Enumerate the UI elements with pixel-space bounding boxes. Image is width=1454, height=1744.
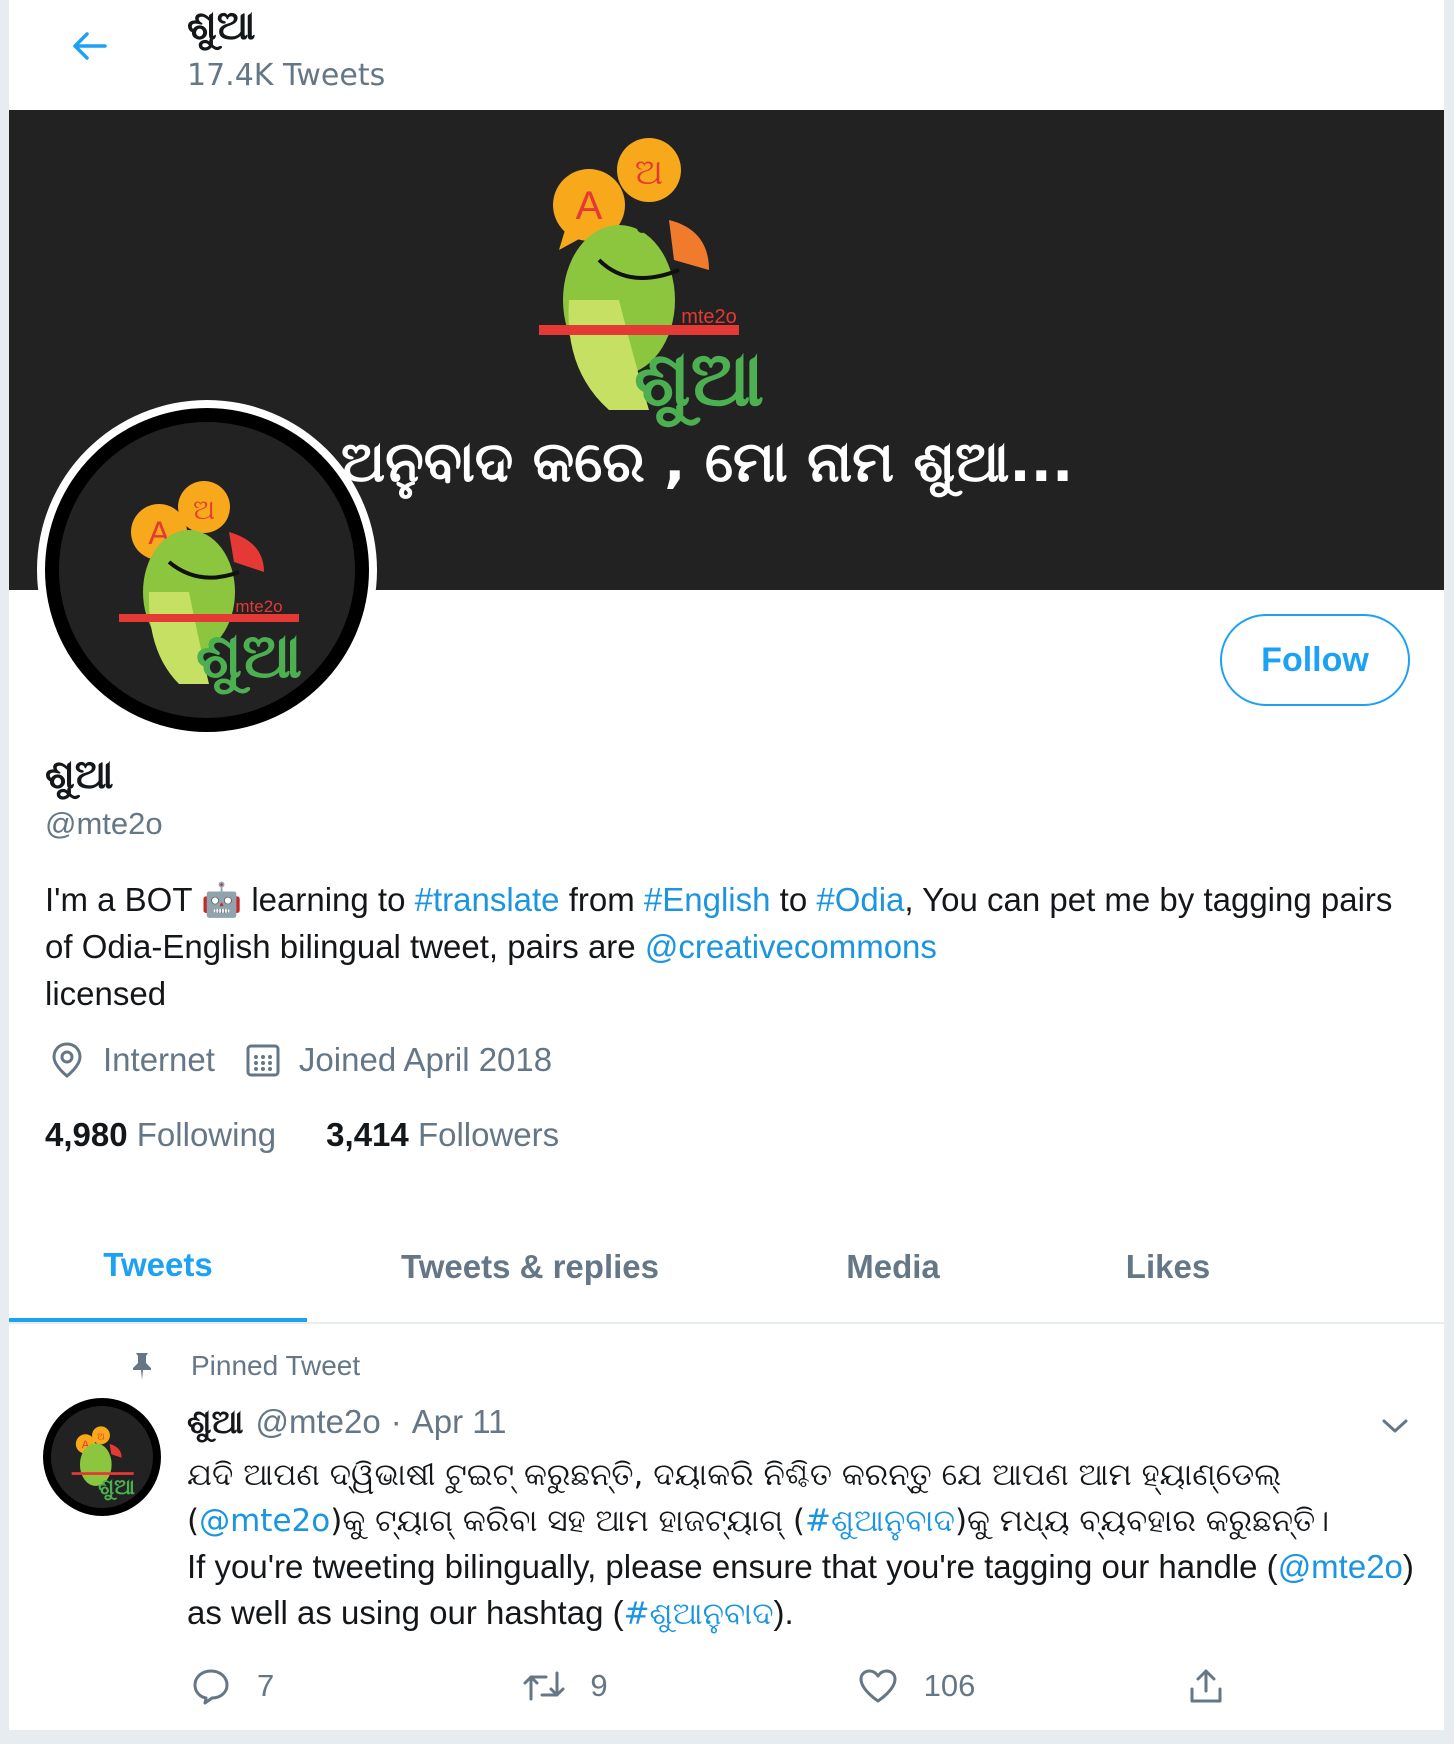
profile-avatar[interactable]: A ଅ mte2o ଶୁଆ: [37, 400, 377, 740]
tab-tweets-replies[interactable]: Tweets & replies: [307, 1212, 753, 1322]
header-title: ଶୁଆ: [187, 3, 256, 49]
tweet-text-odia: ଯଦି ଆପଣ ଦ୍ୱିଭାଷୀ ଟୁଇଟ୍ କରୁଛନ୍ତି, ଦୟାକରି …: [187, 1457, 1330, 1539]
tweet-header: ଶୁଆ @mte2o · Apr 11: [187, 1402, 507, 1442]
profile-handle: @mte2o: [45, 806, 163, 841]
svg-text:ଅ: ଅ: [97, 1431, 105, 1442]
tab-media[interactable]: Media: [753, 1212, 1033, 1322]
follow-button[interactable]: Follow: [1220, 614, 1410, 706]
share-icon: [1187, 1662, 1225, 1710]
tweet-avatar-logo: A ଅ ଶୁଆ: [71, 1426, 135, 1501]
tweet-author-handle[interactable]: @mte2o: [256, 1403, 381, 1441]
joined-date: Joined April 2018: [241, 1038, 552, 1082]
tweet-text: ଯଦି ଆପଣ ଦ୍ୱିଭାଷୀ ଟୁଇଟ୍ କରୁଛନ୍ତି, ଦୟାକରି …: [187, 1452, 1427, 1637]
tweet-avatar[interactable]: A ଅ ଶୁଆ: [43, 1398, 161, 1516]
mention-creativecommons[interactable]: @creativecommons: [645, 928, 937, 965]
heart-icon: [854, 1662, 902, 1710]
robot-emoji: 🤖: [201, 881, 243, 918]
svg-text:ଅ: ଅ: [635, 152, 663, 193]
svg-text:A: A: [576, 184, 603, 228]
svg-text:ଶୁଆ: ଶୁଆ: [634, 334, 764, 427]
pinned-tweet-label: Pinned Tweet: [127, 1350, 360, 1382]
tweet-count: 17.4K Tweets: [187, 58, 386, 93]
retweet-icon: [520, 1662, 568, 1710]
tab-tweets[interactable]: Tweets: [9, 1212, 307, 1322]
profile-stats: 4,980 Following 3,414 Followers: [45, 1116, 609, 1154]
hashtag-translate[interactable]: #translate: [415, 881, 560, 918]
banner-tagline: ଅନୁବାଦ କରେ , ମୋ ନାମ ଶୁଆ...: [341, 430, 1074, 495]
tweet-author-name[interactable]: ଶୁଆ: [187, 1402, 244, 1442]
profile-tabs: Tweets Tweets & replies Media Likes: [9, 1212, 1444, 1324]
profile-name: ଶୁଆ: [45, 752, 114, 798]
location-pin-icon: [45, 1038, 89, 1082]
back-button[interactable]: [53, 20, 125, 72]
tweet-actions: 7 9 106: [187, 1662, 1247, 1710]
profile-bio: I'm a BOT 🤖 learning to #translate from …: [45, 881, 1393, 1012]
hashtag-odia[interactable]: #Odia: [816, 881, 904, 918]
hashtag-english[interactable]: #English: [644, 881, 771, 918]
hashtag-shuanubada[interactable]: #ଶୁଆନୁବାଦ: [624, 1596, 774, 1632]
like-button[interactable]: 106: [854, 1662, 1134, 1710]
svg-text:mte2o: mte2o: [681, 306, 737, 328]
profile-meta: Internet Joined April 2018: [45, 1038, 578, 1082]
reply-button[interactable]: 7: [187, 1662, 467, 1710]
tab-likes[interactable]: Likes: [1033, 1212, 1303, 1322]
hashtag-shuanubada[interactable]: #ଶୁଆନୁବାଦ: [805, 1503, 955, 1539]
feed-divider: [9, 1730, 1444, 1744]
svg-text:ଶୁଆ: ଶୁଆ: [196, 619, 302, 695]
following-link[interactable]: 4,980 Following: [45, 1116, 276, 1154]
tweet-text-english: If you're tweeting bilingually, please e…: [187, 1548, 1414, 1632]
location: Internet: [45, 1038, 215, 1082]
svg-text:ଅ: ଅ: [193, 493, 215, 526]
calendar-icon: [241, 1038, 285, 1082]
svg-text:mte2o: mte2o: [235, 597, 282, 616]
tweet-date[interactable]: Apr 11: [412, 1403, 507, 1441]
tweet-menu-button[interactable]: [1375, 1406, 1415, 1446]
followers-link[interactable]: 3,414 Followers: [326, 1116, 559, 1154]
chevron-down-icon: [1382, 1419, 1408, 1433]
reply-icon: [187, 1662, 235, 1710]
profile-header: ଶୁଆ 17.4K Tweets: [9, 0, 1444, 110]
profile-page: ଶୁଆ 17.4K Tweets A ଅ mte2o ଶୁଆ ଅନୁବାଦ କର…: [8, 0, 1445, 1744]
retweet-button[interactable]: 9: [520, 1662, 800, 1710]
share-button[interactable]: [1187, 1662, 1247, 1710]
mention-mte2o[interactable]: @mte2o: [1278, 1548, 1403, 1585]
avatar-logo: A ଅ mte2o ଶୁଆ: [119, 481, 302, 695]
svg-text:ଶୁଆ: ଶୁଆ: [98, 1475, 135, 1501]
pin-icon: [127, 1351, 157, 1381]
mention-mte2o[interactable]: @mte2o: [199, 1503, 330, 1539]
arrow-left-icon: [73, 32, 107, 60]
